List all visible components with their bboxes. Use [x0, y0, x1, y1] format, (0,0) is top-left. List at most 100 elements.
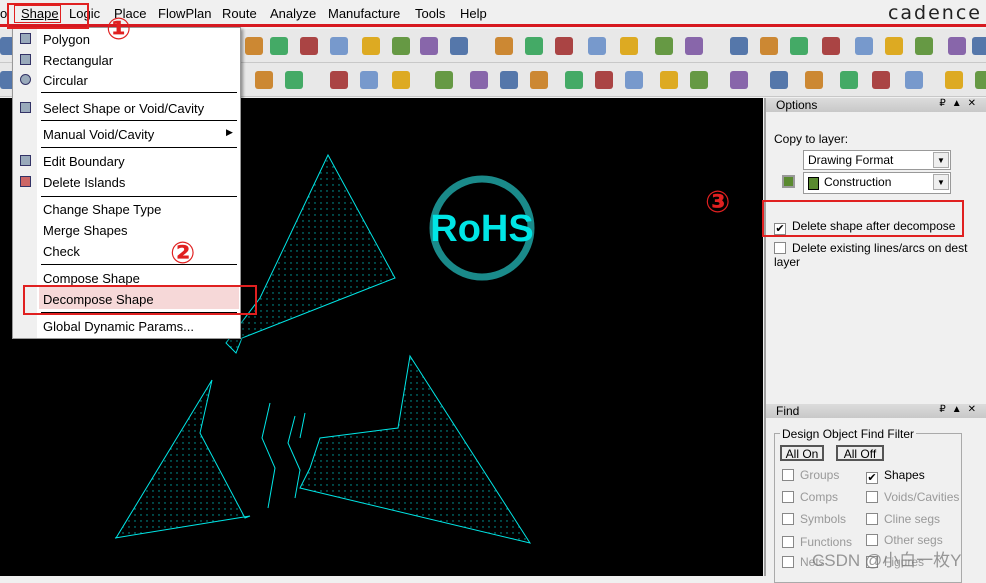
toolbar-button-icon[interactable]: [588, 37, 606, 55]
toolbar-button-icon[interactable]: [760, 37, 778, 55]
toolbar-button-icon[interactable]: [525, 37, 543, 55]
toolbar-button-icon[interactable]: [565, 71, 583, 89]
menu-merge-shapes[interactable]: Merge Shapes: [43, 223, 128, 238]
menu-polygon[interactable]: Polygon: [43, 32, 90, 47]
menu-circular[interactable]: Circular: [43, 73, 88, 88]
find-header: Find ₽▲✕: [766, 404, 986, 418]
toolbar-button-icon[interactable]: [805, 71, 823, 89]
toolbar-button-icon[interactable]: [840, 71, 858, 89]
toolbar-button-icon[interactable]: [435, 71, 453, 89]
toolbar-button-icon[interactable]: [948, 37, 966, 55]
toolbar-button-icon[interactable]: [495, 37, 513, 55]
toolbar-button-icon[interactable]: [392, 71, 410, 89]
toolbar-button-icon[interactable]: [300, 37, 318, 55]
toolbar-button-icon[interactable]: [500, 71, 518, 89]
cadence-logo: cadence: [887, 2, 982, 24]
panel-controls[interactable]: ₽▲✕: [939, 98, 982, 109]
toolbar-button-icon[interactable]: [690, 71, 708, 89]
options-title: Options: [776, 98, 818, 112]
filter-symbols[interactable]: Symbols: [782, 512, 846, 526]
subclass-select[interactable]: Construction ▼: [803, 172, 951, 194]
annotation-number-1: ①: [106, 12, 132, 47]
menu-compose-shape[interactable]: Compose Shape: [43, 271, 140, 286]
toolbar-button-icon[interactable]: [392, 37, 410, 55]
toolbar-button-icon[interactable]: [975, 71, 986, 89]
toolbar-button-icon[interactable]: [972, 37, 986, 55]
menu-item-help[interactable]: Help: [460, 6, 487, 21]
toolbar-button-icon[interactable]: [360, 71, 378, 89]
toolbar-button-icon[interactable]: [915, 37, 933, 55]
filter-other-segs[interactable]: Other segs: [866, 533, 943, 547]
menu-item-analyze[interactable]: Analyze: [270, 6, 316, 21]
toolbar-button-icon[interactable]: [362, 37, 380, 55]
all-on-button[interactable]: All On: [780, 445, 824, 461]
menu-delete-islands[interactable]: Delete Islands: [43, 175, 125, 190]
toolbar-button-icon[interactable]: [905, 71, 923, 89]
options-header: Options ₽▲✕: [766, 98, 986, 112]
annotation-box-3: [762, 200, 964, 237]
class-value: Drawing Format: [808, 153, 894, 167]
toolbar-button-icon[interactable]: [885, 37, 903, 55]
toolbar-button-icon[interactable]: [285, 71, 303, 89]
right-panel: Options ₽▲✕ Copy to layer: Drawing Format…: [764, 98, 986, 583]
toolbar-button-icon[interactable]: [245, 37, 263, 55]
chevron-down-icon[interactable]: ▼: [933, 174, 949, 190]
toolbar-button-icon[interactable]: [470, 71, 488, 89]
shape-fragment: [261, 402, 306, 509]
toolbar-button-icon[interactable]: [555, 37, 573, 55]
toolbar-button-icon[interactable]: [685, 37, 703, 55]
toolbar-button-icon[interactable]: [330, 37, 348, 55]
rectangle-icon: [20, 54, 31, 65]
filter-voids[interactable]: Voids/Cavities: [866, 490, 959, 504]
filter-groups[interactable]: Groups: [782, 468, 839, 482]
menu-item-flowplan[interactable]: FlowPlan: [158, 6, 211, 21]
menu-check[interactable]: Check: [43, 244, 80, 259]
toolbar-button-icon[interactable]: [660, 71, 678, 89]
toolbar-button-icon[interactable]: [420, 37, 438, 55]
filter-comps[interactable]: Comps: [782, 490, 838, 504]
checkbox-icon[interactable]: [774, 242, 786, 254]
menu-item-tools[interactable]: Tools: [415, 6, 445, 21]
toolbar-button-icon[interactable]: [530, 71, 548, 89]
submenu-arrow-icon: ▶: [226, 127, 233, 137]
toolbar-button-icon[interactable]: [790, 37, 808, 55]
find-title: Find: [776, 404, 800, 418]
filter-shapes[interactable]: ✔ Shapes: [866, 468, 925, 484]
menu-rectangular[interactable]: Rectangular: [43, 53, 113, 68]
shape-lower-right: [299, 354, 532, 544]
shape-upper-triangle: [225, 153, 396, 354]
toolbar-button-icon[interactable]: [255, 71, 273, 89]
toolbar-button-icon[interactable]: [770, 71, 788, 89]
menu-edit-boundary[interactable]: Edit Boundary: [43, 154, 125, 169]
toolbar-button-icon[interactable]: [595, 71, 613, 89]
toolbar-button-icon[interactable]: [945, 71, 963, 89]
toolbar-button-icon[interactable]: [730, 37, 748, 55]
toolbar-button-icon[interactable]: [450, 37, 468, 55]
all-off-button[interactable]: All Off: [836, 445, 884, 461]
menu-item-manufacture[interactable]: Manufacture: [328, 6, 400, 21]
menu-change-shape-type[interactable]: Change Shape Type: [43, 202, 161, 217]
menu-global-dynamic-params[interactable]: Global Dynamic Params...: [43, 319, 194, 334]
class-select[interactable]: Drawing Format ▼: [803, 150, 951, 170]
toolbar-button-icon[interactable]: [620, 37, 638, 55]
toolbar-button-icon[interactable]: [730, 71, 748, 89]
menu-manual-void[interactable]: Manual Void/Cavity: [43, 127, 154, 142]
annotation-box-2: [23, 285, 257, 315]
filter-cline-segs[interactable]: Cline segs: [866, 512, 940, 526]
subclass-value: Construction: [824, 175, 892, 189]
toolbar-button-icon[interactable]: [655, 37, 673, 55]
delete-existing-checkbox[interactable]: Delete existing lines/arcs on dest layer: [774, 241, 986, 269]
toolbar-button-icon[interactable]: [625, 71, 643, 89]
watermark: CSDN @小白一枚Y: [812, 551, 962, 570]
annotation-box-shape: [14, 5, 61, 23]
color-swatch-button[interactable]: [782, 175, 795, 188]
toolbar-button-icon[interactable]: [822, 37, 840, 55]
panel-controls[interactable]: ₽▲✕: [939, 404, 982, 415]
toolbar-button-icon[interactable]: [270, 37, 288, 55]
toolbar-button-icon[interactable]: [330, 71, 348, 89]
toolbar-button-icon[interactable]: [872, 71, 890, 89]
chevron-down-icon[interactable]: ▼: [933, 152, 949, 168]
menu-select-shape[interactable]: Select Shape or Void/Cavity: [43, 101, 204, 116]
menu-item-route[interactable]: Route: [222, 6, 257, 21]
toolbar-button-icon[interactable]: [855, 37, 873, 55]
